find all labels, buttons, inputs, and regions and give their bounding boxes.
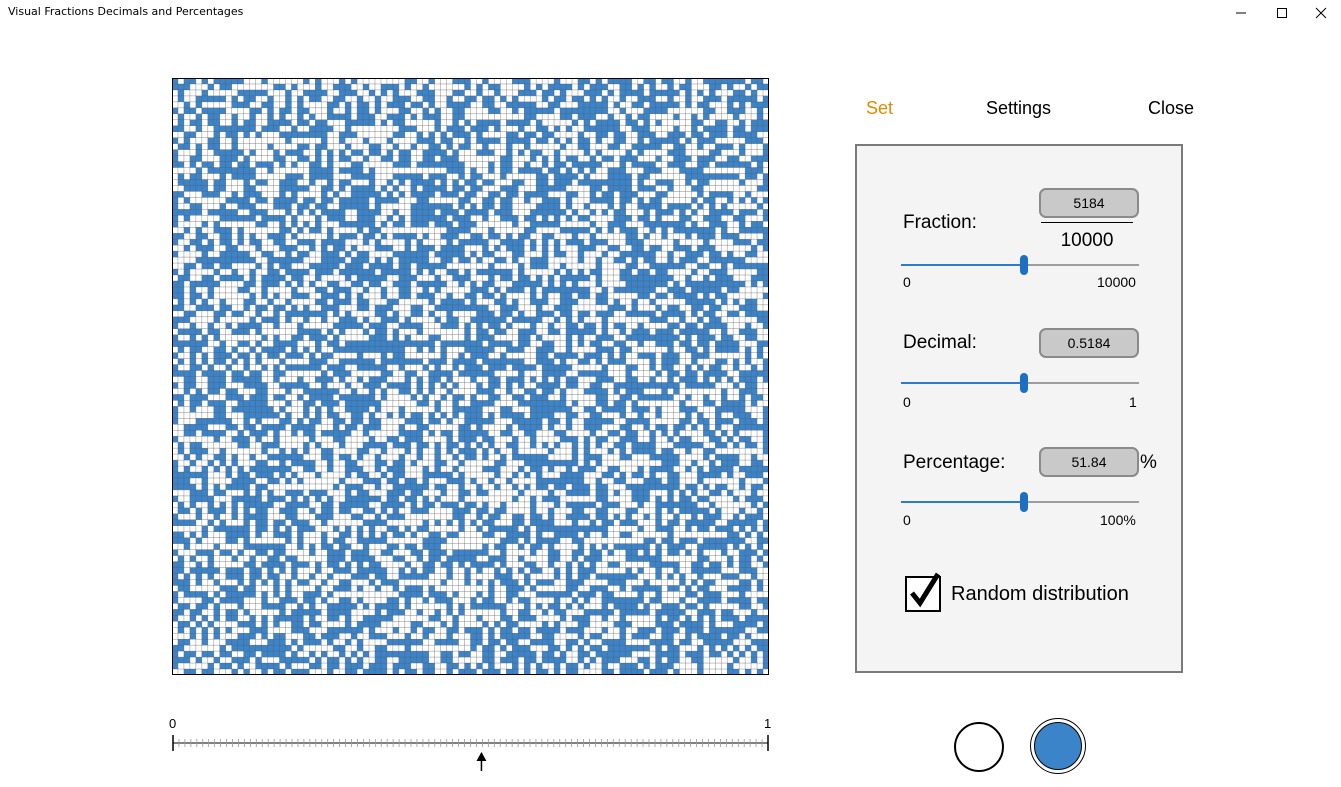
close-window-button[interactable]	[1301, 0, 1341, 26]
set-panel: Fraction: 5184 10000 0 10000 Decimal: 0.…	[855, 144, 1183, 673]
grid-canvas	[172, 78, 769, 675]
minimize-icon	[1236, 12, 1246, 14]
ruler-ticks	[172, 735, 769, 771]
slider-fill	[901, 501, 1024, 503]
slider-thumb[interactable]	[1020, 492, 1028, 512]
fraction-label: Fraction:	[903, 212, 977, 233]
fraction-bar	[1041, 222, 1133, 223]
fraction-max-label: 10000	[1097, 274, 1136, 290]
decimal-field[interactable]: 0.5184	[1039, 328, 1139, 358]
window-title: Visual Fractions Decimals and Percentage…	[8, 5, 244, 18]
tab-settings[interactable]: Settings	[986, 98, 1051, 119]
percentage-slider[interactable]	[901, 492, 1139, 513]
blue-circle-fill	[1034, 722, 1082, 770]
slider-fill	[901, 382, 1024, 384]
fraction-grid[interactable]	[172, 78, 769, 675]
close-icon	[1315, 7, 1327, 19]
percent-sign: %	[1140, 452, 1157, 473]
slider-fill	[901, 264, 1024, 266]
maximize-button[interactable]	[1262, 0, 1302, 26]
minimize-button[interactable]	[1221, 0, 1261, 26]
tab-set[interactable]: Set	[866, 98, 893, 119]
percentage-field[interactable]: 51.84	[1039, 447, 1139, 477]
slider-track	[1024, 382, 1139, 384]
up-arrow-icon	[476, 752, 487, 771]
slider-track	[1024, 264, 1139, 266]
decimal-max-label: 1	[1129, 394, 1137, 410]
number-line: 0 1	[160, 712, 785, 782]
percentage-min-label: 0	[903, 512, 911, 528]
random-distribution-checkbox[interactable]	[905, 572, 941, 612]
percentage-max-label: 100%	[1100, 512, 1136, 528]
numerator-field[interactable]: 5184	[1039, 188, 1139, 218]
decimal-label: Decimal:	[903, 332, 977, 353]
decimal-min-label: 0	[903, 394, 911, 410]
random-distribution-label: Random distribution	[951, 583, 1129, 605]
title-bar: Visual Fractions Decimals and Percentage…	[0, 0, 1341, 30]
maximize-icon	[1277, 8, 1287, 18]
denominator-value: 10000	[1060, 230, 1114, 251]
percentage-label: Percentage:	[903, 452, 1006, 473]
white-circle-icon[interactable]	[954, 722, 1004, 772]
fraction-slider[interactable]	[901, 255, 1139, 276]
blue-circle-icon[interactable]	[1030, 718, 1086, 774]
slider-thumb[interactable]	[1020, 373, 1028, 393]
decimal-slider[interactable]	[901, 373, 1139, 394]
fraction-min-label: 0	[903, 274, 911, 290]
slider-thumb[interactable]	[1020, 255, 1028, 275]
grid-lines	[172, 78, 769, 675]
slider-track	[1024, 501, 1139, 503]
close-panel-button[interactable]: Close	[1148, 98, 1194, 119]
checkmark-icon	[910, 572, 941, 608]
